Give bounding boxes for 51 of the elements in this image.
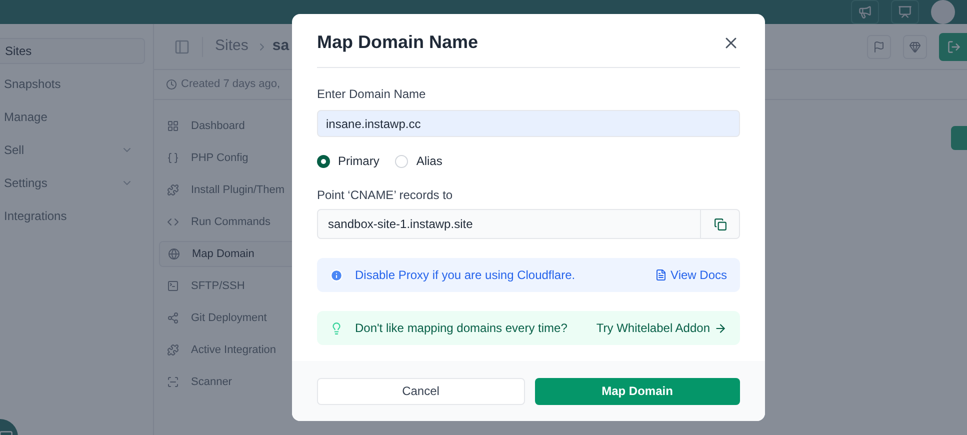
flag-button[interactable] bbox=[867, 34, 891, 58]
sidebar-item[interactable]: Snapshots bbox=[0, 71, 145, 97]
sidebar-item[interactable]: Settings bbox=[0, 170, 145, 196]
grid-icon bbox=[167, 120, 179, 132]
arrow-right-icon bbox=[714, 322, 727, 334]
avatar-icon[interactable] bbox=[931, 0, 955, 24]
view-docs-link[interactable]: View Docs bbox=[654, 266, 727, 284]
megaphone-icon[interactable] bbox=[851, 0, 879, 24]
tip-text: Don't like mapping domains every time? bbox=[355, 320, 568, 337]
puzzle-icon bbox=[167, 344, 179, 356]
share-icon bbox=[167, 312, 179, 324]
puzzle-icon bbox=[167, 184, 179, 196]
flag-icon bbox=[873, 40, 885, 52]
info-icon bbox=[330, 268, 343, 282]
site-nav-item[interactable]: SFTP/SSH bbox=[159, 273, 344, 299]
logout-icon bbox=[947, 40, 961, 54]
radio-option[interactable]: Primary bbox=[317, 152, 380, 170]
field-label: Point ‘CNAME’ records to bbox=[317, 187, 454, 204]
document-icon bbox=[654, 269, 667, 281]
field-label: Enter Domain Name bbox=[317, 86, 427, 103]
info-text: Disable Proxy if you are using Cloudflare. bbox=[355, 267, 576, 284]
clock-icon bbox=[166, 79, 177, 90]
code-icon bbox=[167, 216, 179, 228]
site-nav-item[interactable]: Active Integration bbox=[159, 337, 344, 363]
lightbulb-icon bbox=[330, 322, 343, 334]
domain-input-field[interactable]: insane.instawp.cc bbox=[317, 110, 740, 137]
copy-icon bbox=[714, 218, 726, 230]
modal-title: Map Domain Name bbox=[317, 31, 478, 54]
terminal-icon bbox=[167, 280, 179, 292]
map-domain-button[interactable]: Map Domain bbox=[534, 378, 740, 404]
sidebar-item[interactable]: Sell bbox=[0, 137, 145, 163]
scan-icon bbox=[167, 376, 179, 388]
sidebar-item[interactable]: Sites bbox=[0, 38, 145, 64]
gem-button[interactable] bbox=[903, 34, 927, 58]
site-nav-item[interactable]: Git Deployment bbox=[159, 305, 344, 331]
action-button[interactable] bbox=[951, 126, 967, 150]
sidebar-item[interactable]: Manage bbox=[0, 104, 145, 130]
gem-icon bbox=[909, 40, 921, 52]
sidebar-item[interactable]: Integrations bbox=[0, 203, 145, 229]
whitelabel-link[interactable]: Try Whitelabel Addon bbox=[596, 319, 727, 337]
breadcrumb-current: sa bbox=[272, 36, 290, 56]
braces-icon bbox=[167, 152, 179, 164]
created-text: Created 7 days ago, bbox=[181, 77, 280, 92]
breadcrumb-link[interactable]: Sites bbox=[215, 35, 248, 58]
globe-icon bbox=[168, 248, 180, 260]
cname-field: sandbox-site-1.instawp.site bbox=[317, 209, 740, 239]
cancel-button[interactable]: Cancel bbox=[317, 378, 524, 404]
exit-button[interactable] bbox=[939, 32, 967, 60]
presentation-icon[interactable] bbox=[891, 0, 919, 24]
radio-option[interactable]: Alias bbox=[395, 152, 442, 170]
panel-toggle-icon[interactable] bbox=[174, 38, 190, 54]
